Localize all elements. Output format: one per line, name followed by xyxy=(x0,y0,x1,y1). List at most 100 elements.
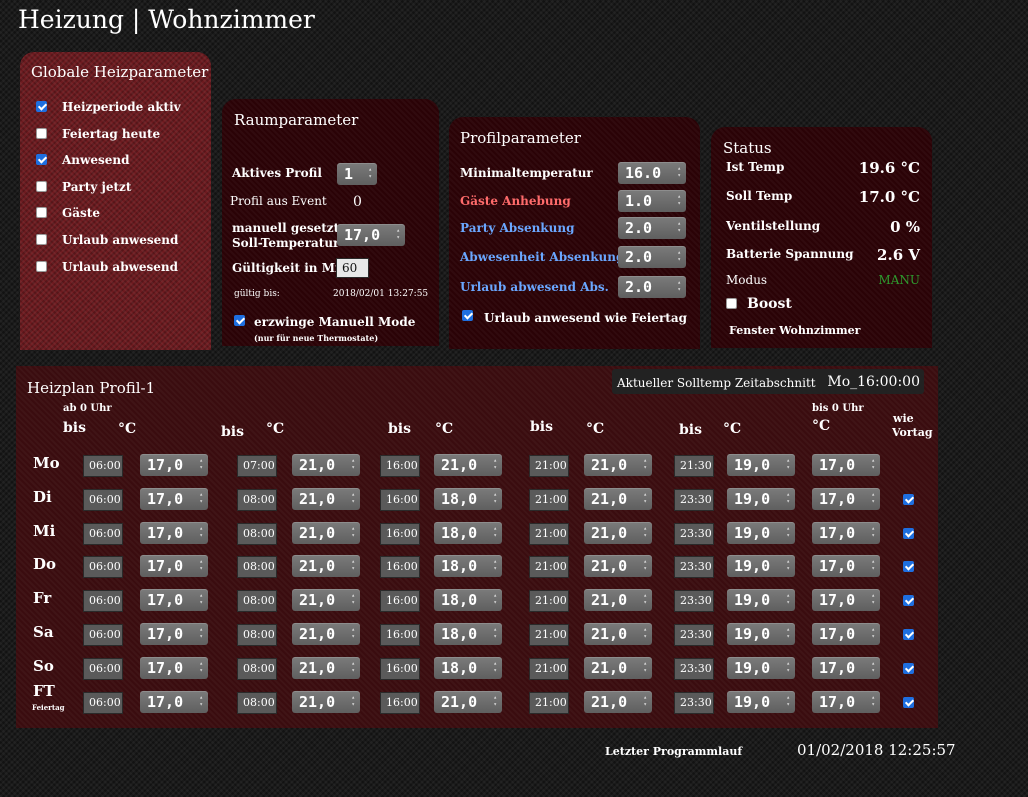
time-input[interactable]: 06:00 xyxy=(83,522,123,545)
temp-select[interactable]: 17,0 xyxy=(812,656,880,679)
profil-param-select[interactable]: 16.0 xyxy=(618,162,686,184)
time-input[interactable]: 08:00 xyxy=(237,488,277,511)
time-input[interactable]: 08:00 xyxy=(237,590,277,613)
time-input[interactable]: 16:00 xyxy=(380,488,420,511)
time-input[interactable]: 23:30 xyxy=(674,691,714,714)
time-input[interactable]: 23:30 xyxy=(674,522,714,545)
temp-select[interactable]: 21,0 xyxy=(584,690,652,713)
time-input[interactable]: 06:00 xyxy=(83,590,123,613)
globale-checkbox[interactable] xyxy=(36,260,47,272)
time-input[interactable]: 16:00 xyxy=(380,624,420,646)
temp-select[interactable]: 21,0 xyxy=(292,589,360,612)
wie-vortag-checkbox[interactable] xyxy=(903,595,914,607)
time-input[interactable]: 06:00 xyxy=(83,624,123,646)
time-input[interactable]: 21:00 xyxy=(529,624,569,646)
time-input[interactable]: 16:00 xyxy=(380,556,420,579)
temp-select[interactable]: 17,0 xyxy=(812,690,880,713)
profil-param-select[interactable]: 2.0 xyxy=(618,276,686,298)
time-input[interactable]: 21:00 xyxy=(529,657,569,680)
globale-checkbox[interactable] xyxy=(36,101,47,112)
time-input[interactable]: 06:00 xyxy=(83,657,123,680)
time-input[interactable]: 23:30 xyxy=(674,624,714,646)
time-input[interactable]: 06:00 xyxy=(83,556,123,579)
temp-select[interactable]: 19,0 xyxy=(727,656,795,679)
profil-param-select[interactable]: 1.0 xyxy=(618,190,686,212)
time-input[interactable]: 21:00 xyxy=(529,691,569,714)
temp-select[interactable]: 17,0 xyxy=(140,521,208,544)
globale-checkbox[interactable] xyxy=(36,127,47,139)
temp-select[interactable]: 19,0 xyxy=(727,521,795,544)
wie-vortag-checkbox[interactable] xyxy=(903,662,914,674)
time-input[interactable]: 23:30 xyxy=(674,657,714,680)
temp-select[interactable]: 21,0 xyxy=(292,623,360,645)
wie-vortag-checkbox[interactable] xyxy=(903,527,914,539)
globale-checkbox[interactable] xyxy=(36,180,47,192)
time-input[interactable]: 21:30 xyxy=(674,455,714,477)
temp-select[interactable]: 19,0 xyxy=(727,555,795,578)
time-input[interactable]: 16:00 xyxy=(380,691,420,714)
temp-select[interactable]: 21,0 xyxy=(292,555,360,578)
time-input[interactable]: 23:30 xyxy=(674,590,714,613)
time-input[interactable]: 21:00 xyxy=(529,455,569,477)
time-input[interactable]: 21:00 xyxy=(529,556,569,579)
temp-select[interactable]: 21,0 xyxy=(584,656,652,679)
temp-select[interactable]: 21,0 xyxy=(292,521,360,544)
temp-select[interactable]: 21,0 xyxy=(584,454,652,476)
manuell-temp-select[interactable]: 17,0 xyxy=(337,224,405,246)
temp-select[interactable]: 17,0 xyxy=(812,623,880,645)
temp-select[interactable]: 21,0 xyxy=(292,487,360,510)
aktives-profil-select[interactable]: 1 xyxy=(337,163,377,185)
temp-select[interactable]: 17,0 xyxy=(140,623,208,645)
wie-vortag-checkbox[interactable] xyxy=(903,493,914,505)
temp-select[interactable]: 17,0 xyxy=(140,589,208,612)
time-input[interactable]: 16:00 xyxy=(380,657,420,680)
temp-select[interactable]: 21,0 xyxy=(584,623,652,645)
time-input[interactable]: 21:00 xyxy=(529,522,569,545)
temp-select[interactable]: 17,0 xyxy=(812,555,880,578)
time-input[interactable]: 06:00 xyxy=(83,488,123,511)
temp-select[interactable]: 21,0 xyxy=(584,555,652,578)
temp-select[interactable]: 19,0 xyxy=(727,487,795,510)
temp-select[interactable]: 17,0 xyxy=(812,521,880,544)
time-input[interactable]: 21:00 xyxy=(529,590,569,613)
temp-select[interactable]: 18,0 xyxy=(434,555,502,578)
feiertag-checkbox[interactable] xyxy=(462,310,473,321)
temp-select[interactable]: 18,0 xyxy=(434,656,502,679)
temp-select[interactable]: 17,0 xyxy=(812,589,880,612)
temp-select[interactable]: 18,0 xyxy=(434,487,502,510)
globale-checkbox[interactable] xyxy=(36,234,47,245)
profil-param-select[interactable]: 2.0 xyxy=(618,217,686,239)
time-input[interactable]: 06:00 xyxy=(83,691,123,714)
time-input[interactable]: 23:30 xyxy=(674,488,714,511)
temp-select[interactable]: 21,0 xyxy=(292,454,360,476)
temp-select[interactable]: 21,0 xyxy=(434,690,502,713)
temp-select[interactable]: 17,0 xyxy=(140,555,208,578)
wie-vortag-checkbox[interactable] xyxy=(903,696,914,708)
temp-select[interactable]: 21,0 xyxy=(434,454,502,476)
globale-checkbox[interactable] xyxy=(36,154,47,166)
profil-param-select[interactable]: 2.0 xyxy=(618,246,686,268)
temp-select[interactable]: 19,0 xyxy=(727,623,795,645)
temp-select[interactable]: 18,0 xyxy=(434,623,502,645)
temp-select[interactable]: 18,0 xyxy=(434,521,502,544)
temp-select[interactable]: 17,0 xyxy=(140,487,208,510)
temp-select[interactable]: 21,0 xyxy=(584,487,652,510)
time-input[interactable]: 06:00 xyxy=(83,455,123,477)
temp-select[interactable]: 21,0 xyxy=(292,656,360,679)
time-input[interactable]: 07:00 xyxy=(237,455,277,477)
temp-select[interactable]: 18,0 xyxy=(434,589,502,612)
erzwinge-checkbox[interactable] xyxy=(234,315,245,326)
temp-select[interactable]: 21,0 xyxy=(584,521,652,544)
temp-select[interactable]: 17,0 xyxy=(140,454,208,476)
time-input[interactable]: 16:00 xyxy=(380,455,420,477)
time-input[interactable]: 08:00 xyxy=(237,556,277,579)
globale-checkbox[interactable] xyxy=(36,207,47,219)
temp-select[interactable]: 19,0 xyxy=(727,690,795,713)
temp-select[interactable]: 19,0 xyxy=(727,454,795,476)
time-input[interactable]: 08:00 xyxy=(237,624,277,646)
time-input[interactable]: 16:00 xyxy=(380,590,420,613)
temp-select[interactable]: 19,0 xyxy=(727,589,795,612)
time-input[interactable]: 08:00 xyxy=(237,657,277,680)
wie-vortag-checkbox[interactable] xyxy=(903,561,914,573)
temp-select[interactable]: 21,0 xyxy=(584,589,652,612)
